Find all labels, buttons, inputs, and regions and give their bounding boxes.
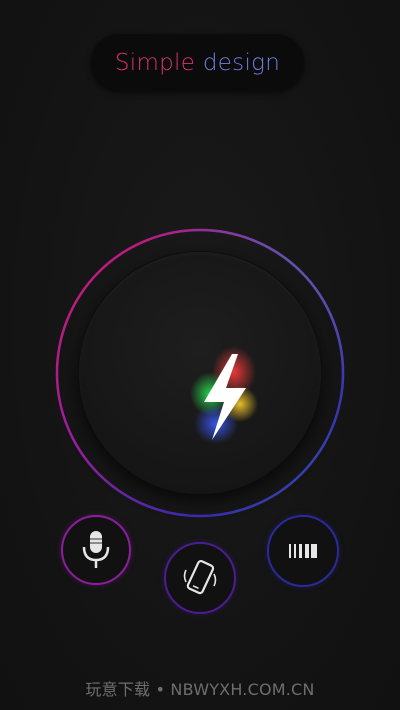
microphone-icon xyxy=(82,531,110,568)
power-button-disc[interactable] xyxy=(79,252,321,494)
app-title: Simple design xyxy=(115,50,280,76)
lightning-bolt-icon xyxy=(190,346,258,444)
watermark-text: 玩意下载 • NBWYXH.COM.CN xyxy=(85,680,315,699)
title-word-2: design xyxy=(202,49,281,76)
voice-control-button[interactable] xyxy=(61,515,131,585)
shake-control-button[interactable] xyxy=(164,542,236,614)
title-word-1: Simple xyxy=(114,49,196,76)
power-toggle-button[interactable] xyxy=(174,342,274,452)
app-screen: Simple design 玩意下载 • NBWYXH.COM.CN xyxy=(0,0,400,710)
strobe-bars-icon xyxy=(289,544,317,558)
title-pill: Simple design xyxy=(91,34,304,91)
phone-shake-icon xyxy=(183,560,217,595)
strobe-control-button[interactable] xyxy=(267,515,339,587)
flashlight-dial xyxy=(55,228,345,518)
